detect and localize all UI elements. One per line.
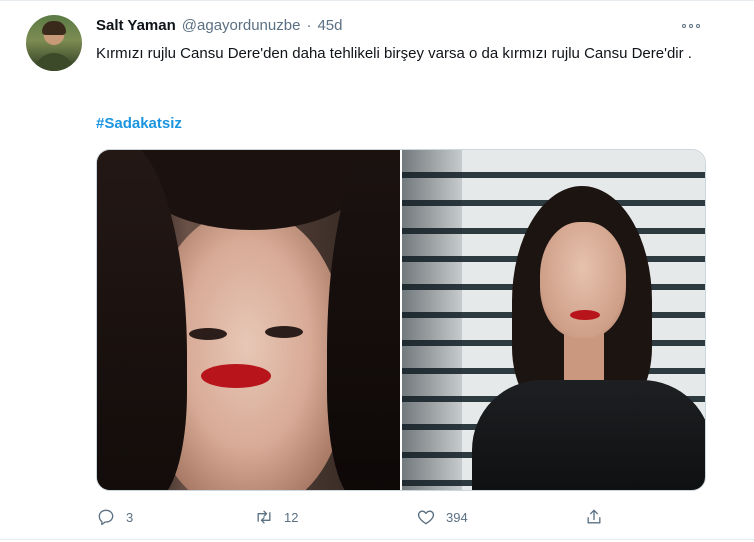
author-handle[interactable]: @agayordunuzbe [182,17,301,34]
retweet-count: 12 [284,509,299,525]
more-dot [682,24,686,28]
tweet-timestamp[interactable]: 45d [317,17,342,34]
photo-face [540,222,626,338]
photo-jacket [472,380,705,490]
heart-icon [417,510,435,525]
photo-person [472,180,705,490]
hashtag-link[interactable]: #Sadakatsiz [96,115,182,132]
media-photo-1[interactable] [97,150,400,490]
share-icon [587,509,601,524]
more-dot [689,24,693,28]
tweet-text: Kırmızı rujlu Cansu Dere'den daha tehlik… [96,45,692,62]
photo-lips [201,364,271,388]
photo-shadow [402,150,462,490]
share-button[interactable] [584,506,604,528]
reply-icon [98,509,114,526]
reply-button[interactable]: 3 [96,506,133,528]
reply-count: 3 [126,509,134,525]
retweet-button[interactable]: 12 [254,506,298,528]
media-photo-2[interactable] [402,150,705,490]
tweet-media [96,149,706,491]
like-count: 394 [446,509,468,525]
tweet[interactable]: Salt Yaman @agayordunuzbe · 45d Kırmızı … [0,0,754,542]
avatar-hair [42,21,66,35]
avatar[interactable] [26,15,82,71]
header-separator: · [306,17,312,34]
tweet-actions: 3 12 394 [96,506,706,528]
retweet-icon [257,510,271,524]
author-name[interactable]: Salt Yaman [96,17,176,34]
avatar-body [34,53,74,71]
photo-lips [570,310,600,320]
more-dot [696,24,700,28]
photo-eye [189,328,227,340]
photo-eye [265,326,303,338]
divider [0,539,754,540]
like-button[interactable]: 394 [416,506,468,528]
more-horizontal-icon[interactable] [682,21,704,31]
tweet-header: Salt Yaman @agayordunuzbe · 45d [96,17,342,37]
